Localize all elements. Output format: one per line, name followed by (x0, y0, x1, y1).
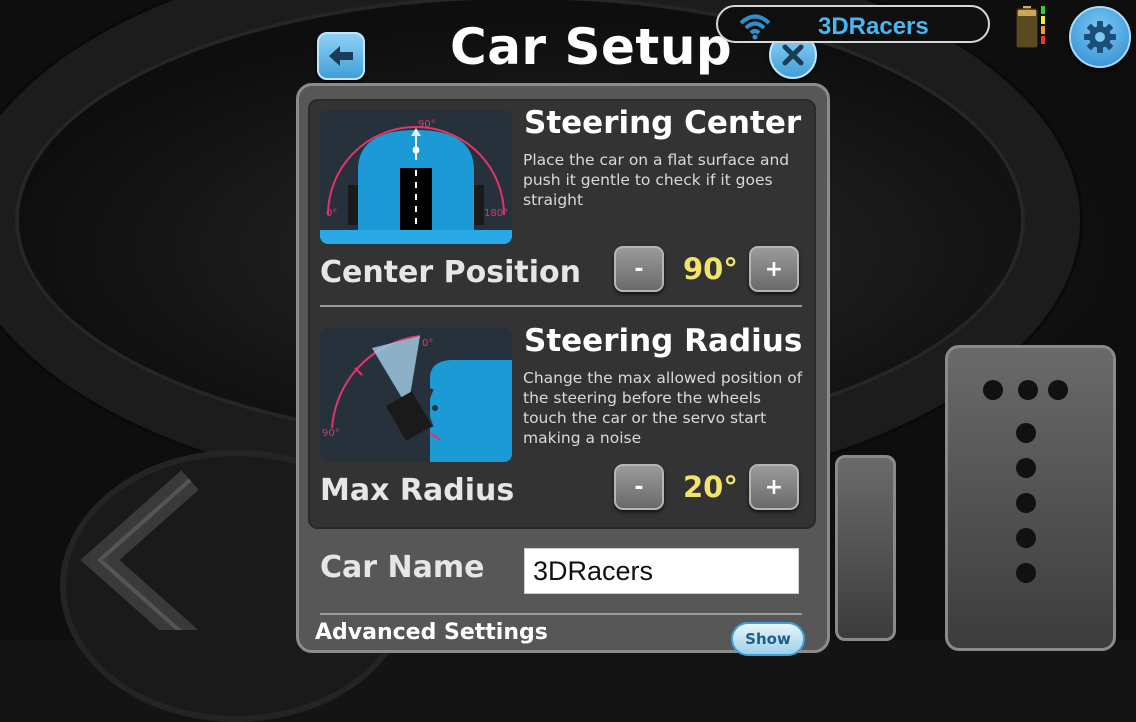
page-title: Car Setup (450, 18, 733, 76)
steering-radius-diagram: 0° 90° (320, 328, 512, 462)
center-position-increase-button[interactable]: + (749, 246, 799, 292)
steering-radius-description: Change the max allowed position of the s… (523, 369, 803, 447)
steering-radius-title: Steering Radius (524, 323, 803, 359)
advanced-settings-label: Advanced Settings (315, 620, 548, 645)
steering-center-diagram: 90° 0° 180° (320, 110, 512, 244)
gear-icon (1084, 21, 1116, 53)
connected-device-pill[interactable]: 3DRacers (716, 5, 990, 43)
show-advanced-button[interactable]: Show (731, 622, 805, 656)
diagram-label-90: 90° (418, 119, 436, 130)
device-name: 3DRacers (818, 13, 929, 40)
background-brake-pedal (835, 455, 896, 641)
wifi-icon (739, 14, 771, 40)
settings-button[interactable] (1069, 6, 1131, 68)
section-divider (320, 613, 802, 615)
center-position-value: 90° (683, 252, 738, 286)
battery-icon (1016, 6, 1045, 48)
background-chevron (80, 470, 199, 630)
section-divider (320, 305, 802, 307)
center-position-decrease-button[interactable]: - (614, 246, 664, 292)
background-gas-pedal (945, 345, 1116, 651)
car-name-label: Car Name (320, 550, 485, 585)
back-button[interactable] (317, 32, 365, 80)
max-radius-label: Max Radius (320, 473, 515, 508)
car-name-input[interactable] (524, 548, 799, 594)
steering-center-description: Place the car on a flat surface and push… (523, 151, 790, 209)
max-radius-increase-button[interactable]: + (749, 464, 799, 510)
max-radius-value: 20° (683, 470, 738, 504)
max-radius-decrease-button[interactable]: - (614, 464, 664, 510)
back-arrow-icon (329, 46, 353, 66)
steering-center-title: Steering Center (524, 105, 802, 141)
center-position-label: Center Position (320, 255, 581, 290)
diagram-label-0: 0° (422, 338, 433, 349)
diagram-label-180: 180° (484, 208, 508, 219)
close-icon (782, 44, 804, 66)
diagram-label-90: 90° (322, 428, 340, 439)
diagram-label-0: 0° (326, 208, 337, 219)
